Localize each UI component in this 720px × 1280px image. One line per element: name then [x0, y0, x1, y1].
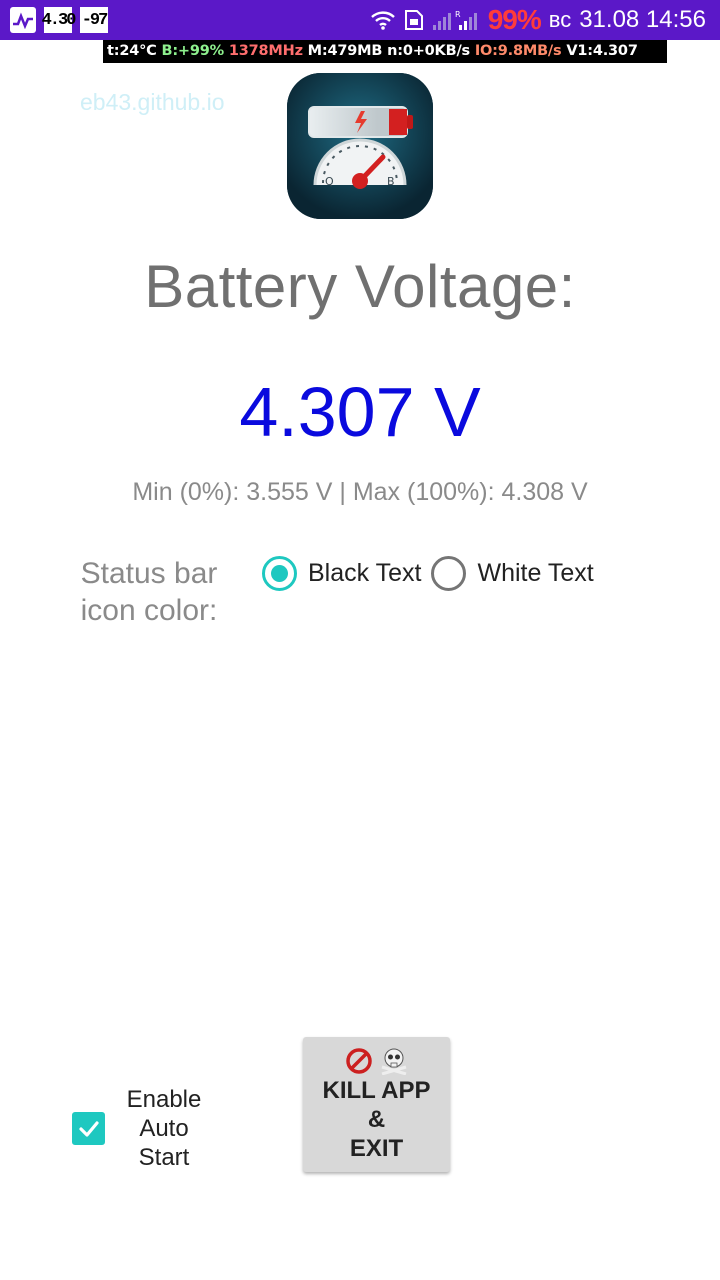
status-bar-left: 4.30 -97	[10, 7, 108, 33]
radio-black-text-label: Black Text	[308, 559, 422, 587]
overlay-battery: B:+99%	[161, 43, 224, 59]
voltage-range: Min (0%): 3.555 V | Max (100%): 4.308 V	[132, 478, 588, 506]
website-link[interactable]: eb43.github.io	[80, 89, 225, 116]
kill-icons	[303, 1047, 450, 1080]
kill-app-exit-button[interactable]: KILL APP & EXIT	[303, 1037, 450, 1172]
battery-percent: 99%	[487, 4, 542, 35]
wifi-icon	[370, 9, 396, 31]
checkbox-checked-icon[interactable]	[72, 1112, 105, 1145]
status-icon-color-label-line2: icon color:	[80, 594, 218, 627]
status-bar-right: R 99% вс 31.08 14:56	[370, 4, 706, 36]
radio-black-text[interactable]: Black Text	[262, 556, 421, 591]
radio-black-text-indicator[interactable]	[262, 556, 297, 591]
overlay-network: n:0+0KB/s	[387, 43, 470, 59]
radio-white-text[interactable]: White Text	[431, 556, 594, 591]
auto-start-label-line2: Auto	[139, 1115, 189, 1142]
auto-start-label-line3: Start	[138, 1144, 190, 1171]
svg-text:R: R	[455, 10, 461, 19]
status-icon-color-radio-group: Black Text White Text	[262, 556, 604, 591]
auto-start-label: Enable Auto Start	[117, 1085, 211, 1172]
page-title: Battery Voltage:	[144, 253, 576, 320]
svg-text:Q: Q	[325, 175, 334, 188]
overlay-io: IO:9.8MB/s	[474, 43, 562, 59]
voltage-reading: 4.307 V	[239, 373, 481, 451]
auto-start-label-line1: Enable	[126, 1086, 202, 1113]
voltage-tile: 4.30	[42, 7, 76, 33]
kill-button-line2: &	[367, 1106, 386, 1133]
status-clock: 31.08 14:56	[579, 6, 706, 33]
status-icon-color-label: Status bar icon color:	[66, 555, 232, 629]
sim-card-icon	[404, 8, 424, 32]
system-status-bar: 4.30 -97 R 99% вс 31.08 14:56	[0, 0, 720, 40]
overlay-temp: t:24°C	[107, 43, 157, 59]
overlay-voltage: V1:4.307	[566, 43, 638, 59]
signal-strength-icon: R	[432, 8, 480, 32]
overlay-memory: M:479MB	[307, 43, 383, 59]
status-icon-color-label-line1: Status bar	[80, 557, 218, 590]
signal-tile: -97	[80, 7, 108, 33]
activity-pulse-icon	[10, 7, 36, 33]
skull-crossbones-icon	[379, 1047, 409, 1080]
radio-white-text-label: White Text	[477, 559, 594, 587]
system-monitor-overlay: t:24°C B:+99% 1378MHz M:479MB n:0+0KB/s …	[103, 40, 667, 63]
radio-white-text-indicator[interactable]	[431, 556, 467, 591]
svg-text:B: B	[387, 175, 395, 188]
overlay-cpu: 1378MHz	[228, 43, 303, 59]
prohibited-icon	[345, 1047, 373, 1080]
auto-start-checkbox[interactable]: Enable Auto Start	[72, 1085, 211, 1172]
kill-button-line1: KILL APP	[322, 1077, 431, 1104]
status-day: вс	[548, 7, 572, 32]
kill-button-line3: EXIT	[349, 1135, 404, 1162]
battery-gauge-icon: Q B	[287, 73, 433, 219]
